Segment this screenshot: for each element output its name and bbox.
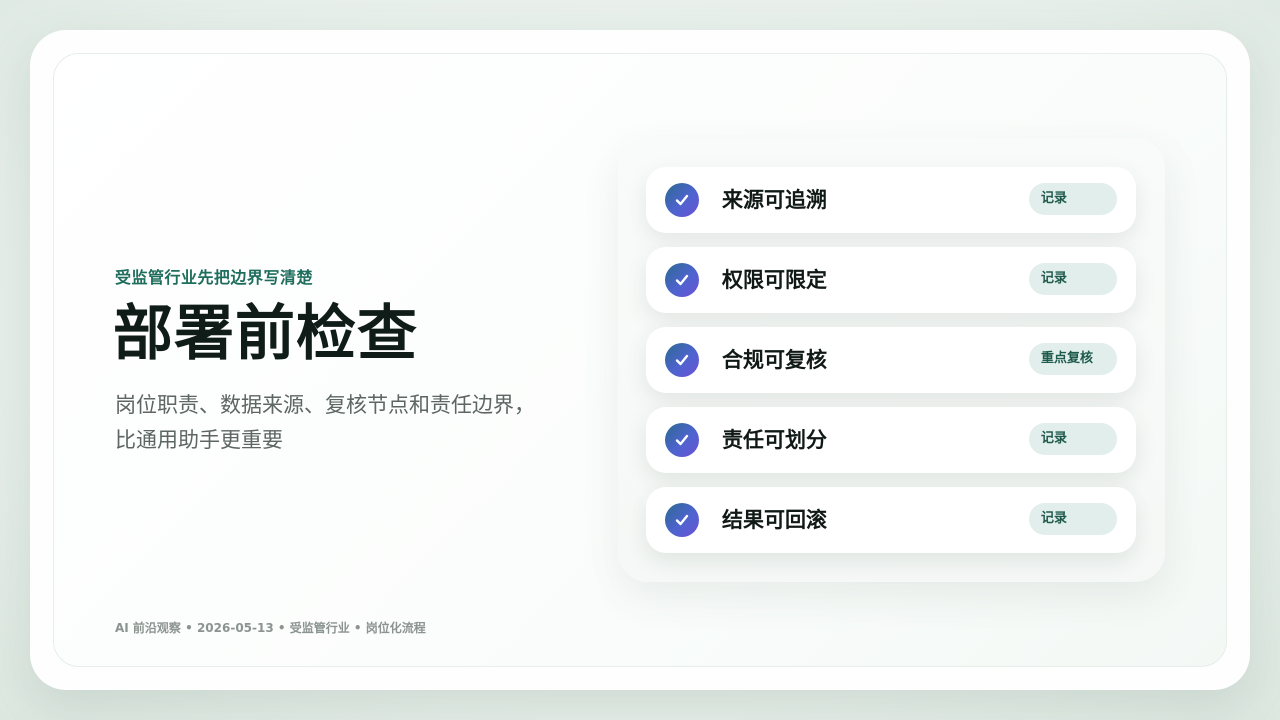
- checklist-item-source: 来源可追溯 记录: [646, 167, 1136, 233]
- check-icon: [665, 423, 699, 457]
- page-title: 部署前检查: [113, 299, 418, 369]
- checklist-item-compliance: 合规可复核 重点复核: [646, 327, 1136, 393]
- check-icon: [665, 183, 699, 217]
- footer-meta: AI 前沿观察 • 2026-05-13 • 受监管行业 • 岗位化流程: [115, 621, 426, 635]
- checklist-item-rollback: 结果可回滚 记录: [646, 487, 1136, 553]
- check-icon: [665, 343, 699, 377]
- checklist-item-label: 来源可追溯: [722, 188, 827, 212]
- checklist-item-label: 合规可复核: [722, 348, 827, 372]
- status-tag: 记录: [1029, 183, 1117, 215]
- subtitle-line-1: 岗位职责、数据来源、复核节点和责任边界，: [115, 393, 535, 417]
- status-tag: 重点复核: [1029, 343, 1117, 375]
- checklist-item-label: 责任可划分: [722, 428, 827, 452]
- checklist-item-label: 权限可限定: [722, 268, 827, 292]
- checklist-item-responsibility: 责任可划分 记录: [646, 407, 1136, 473]
- check-icon: [665, 263, 699, 297]
- checklist-item-permission: 权限可限定 记录: [646, 247, 1136, 313]
- status-tag: 记录: [1029, 503, 1117, 535]
- status-tag: 记录: [1029, 423, 1117, 455]
- check-icon: [665, 503, 699, 537]
- checklist-item-label: 结果可回滚: [722, 508, 827, 532]
- eyebrow-text: 受监管行业先把边界写清楚: [115, 268, 314, 287]
- checklist: 来源可追溯 记录 权限可限定 记录 合规可复核 重点复核 责任可划分 记录 结果…: [646, 167, 1136, 567]
- subtitle-line-2: 比通用助手更重要: [115, 428, 283, 452]
- status-tag: 记录: [1029, 263, 1117, 295]
- subtitle: 岗位职责、数据来源、复核节点和责任边界， 比通用助手更重要: [115, 388, 535, 458]
